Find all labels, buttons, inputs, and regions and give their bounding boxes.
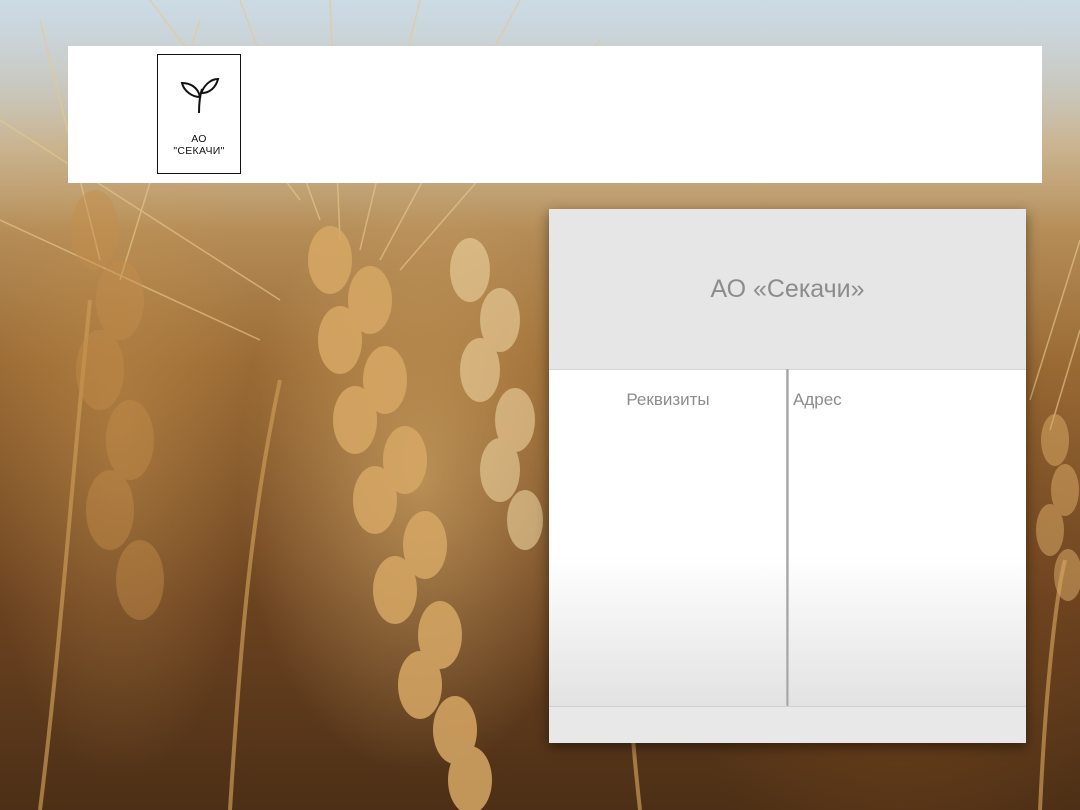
sprout-icon (180, 77, 220, 114)
logo-text: АО "СЕКАЧИ" (158, 133, 240, 157)
card-title: АО «Секачи» (710, 274, 865, 303)
address-label: Адрес (793, 390, 842, 409)
requisites-label: Реквизиты (626, 390, 710, 409)
logo-text-line2: "СЕКАЧИ" (173, 145, 225, 157)
address-column: Адрес (789, 369, 1026, 707)
card-header: АО «Секачи» (549, 209, 1026, 369)
slide: АО "СЕКАЧИ" АО «Секачи» Реквизиты Адрес (0, 0, 1080, 810)
requisites-column: Реквизиты (549, 369, 787, 707)
logo-text-line1: АО (191, 133, 207, 145)
card-footer (549, 706, 1026, 743)
header-bar: АО "СЕКАЧИ" (68, 46, 1042, 183)
company-card: АО «Секачи» Реквизиты Адрес (549, 209, 1026, 743)
company-logo: АО "СЕКАЧИ" (157, 54, 241, 174)
